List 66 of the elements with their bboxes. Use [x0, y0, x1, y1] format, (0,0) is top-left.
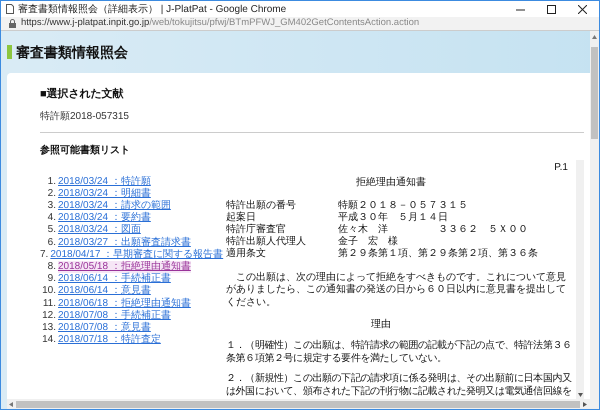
notice-paragraph: この出願は、次の理由によって拒絶をすべきものです。これについて意見がありましたら、この通知書の発送の日から６０日以内に意見書を提出してください。: [226, 272, 567, 309]
list-number: 14.: [41, 334, 57, 346]
field-value: 特願２０１８－０５７３１５: [338, 200, 468, 212]
horizontal-scrollbar[interactable]: [7, 399, 590, 409]
document-link[interactable]: 2018/03/24 ：明細書: [58, 188, 151, 200]
document-link[interactable]: 2018/06/18 ：拒絶理由通知書: [58, 298, 191, 310]
page-title: 審査書類情報照会: [16, 42, 128, 62]
document-list-heading: 参照可能書類リスト: [40, 144, 131, 158]
maximize-icon[interactable]: [547, 4, 556, 14]
list-number: 2.: [46, 188, 57, 200]
document-link[interactable]: 2018/07/18 ：特許査定: [58, 334, 161, 346]
document-link[interactable]: 2018/07/08 ：意見書: [58, 322, 151, 334]
window-title: 審査書類情報照会（詳細表示） | J-PlatPat - Google Chrome: [18, 2, 286, 16]
document-link[interactable]: 2018/06/14 ：手続補正書: [58, 273, 171, 286]
page-scrollbar[interactable]: [590, 31, 599, 409]
field-value: 佐々木 洋: [338, 224, 389, 236]
reason-heading: 理由: [371, 318, 391, 332]
document-link[interactable]: 2018/07/08 ：手続補正書: [58, 310, 171, 322]
field-code: ３３６２ ５Ｘ００: [438, 224, 528, 236]
field-label: 特許出願の番号: [226, 200, 297, 212]
page-icon: [6, 4, 14, 14]
close-icon[interactable]: [578, 4, 587, 14]
scroll-down-icon[interactable]: [578, 392, 582, 396]
list-number: 9.: [46, 273, 57, 286]
scrollbar-thumb[interactable]: [16, 400, 580, 408]
list-number: 1.: [46, 176, 57, 188]
lock-icon: [9, 19, 16, 28]
list-number: 13.: [41, 322, 57, 334]
scroll-left-icon[interactable]: [9, 402, 13, 406]
field-label: 特許庁審査官: [226, 224, 287, 236]
document-link[interactable]: 2018/03/24 ：特許願: [58, 176, 151, 188]
list-number: 6.: [46, 236, 57, 249]
scroll-up-icon[interactable]: [592, 35, 597, 39]
list-number: 3.: [46, 200, 57, 212]
list-number: 10.: [41, 285, 57, 298]
field-label: 適用条文: [226, 248, 267, 260]
field-label: 起案日: [226, 212, 257, 224]
field-value: 平成３０年 ５月１４日: [338, 212, 448, 224]
list-number: 12.: [41, 310, 57, 322]
document-link[interactable]: 2018/03/27 ：出願審査請求書: [58, 236, 191, 249]
list-number: 7.: [40, 248, 50, 261]
document-title: 拒絶理由通知書: [356, 176, 426, 190]
document-link[interactable]: 2018/06/14 ：意見書: [58, 285, 151, 298]
document-link[interactable]: 2018/04/17 ：早期審査に関する報告書: [50, 248, 224, 261]
list-number: 5.: [46, 224, 57, 237]
reason-paragraph: １．（明確性）この出願は、特許請求の範囲の記載が下記の点で、特許法第３６条第６項第２号に規定する要件を満たしていない。: [226, 340, 573, 365]
list-number: 8.: [46, 260, 57, 274]
field-value: 金子 宏 様: [338, 236, 399, 248]
document-link[interactable]: 2018/03/24 ：要約書: [58, 212, 151, 224]
reason-paragraph: ２．（新規性）この出願の下記の請求項に係る発明は、その出願前に日本国内又は外国において、頒布された下記の刊行物に記載された発明又は電気通信回線を: [226, 373, 573, 398]
application-number: 特許願2018-057315: [40, 110, 130, 124]
selected-document-heading: ■選択された文献: [40, 86, 125, 102]
list-number: 11.: [42, 298, 57, 310]
field-value: 第２９条第１項、第２９条第２項、第３６条: [338, 248, 538, 260]
header-accent-bar: [7, 45, 12, 59]
field-label: 特許出願人代理人: [226, 236, 307, 248]
document-link[interactable]: 2018/03/24 ：図面: [58, 224, 141, 237]
address-bar[interactable]: https://www.j-platpat.inpit.go.jp/web/tokujitsu/pfwj/BTmPFWJ_GM402GetContentsAction.action: [1, 17, 599, 31]
scroll-right-icon[interactable]: [583, 402, 587, 406]
url-text: https://www.j-platpat.inpit.go.jp/web/tokujitsu/pfwj/BTmPFWJ_GM402GetContentsAction.action: [21, 16, 420, 30]
scrollbar-thumb[interactable]: [591, 47, 598, 139]
inner-scrollbar[interactable]: [576, 160, 584, 399]
document-link[interactable]: 2018/05/18 ：拒絶理由通知書: [58, 260, 191, 274]
list-number: 4.: [46, 212, 57, 224]
document-link[interactable]: 2018/03/24 ：請求の範囲: [58, 200, 171, 212]
page-number: P.1: [554, 160, 568, 174]
